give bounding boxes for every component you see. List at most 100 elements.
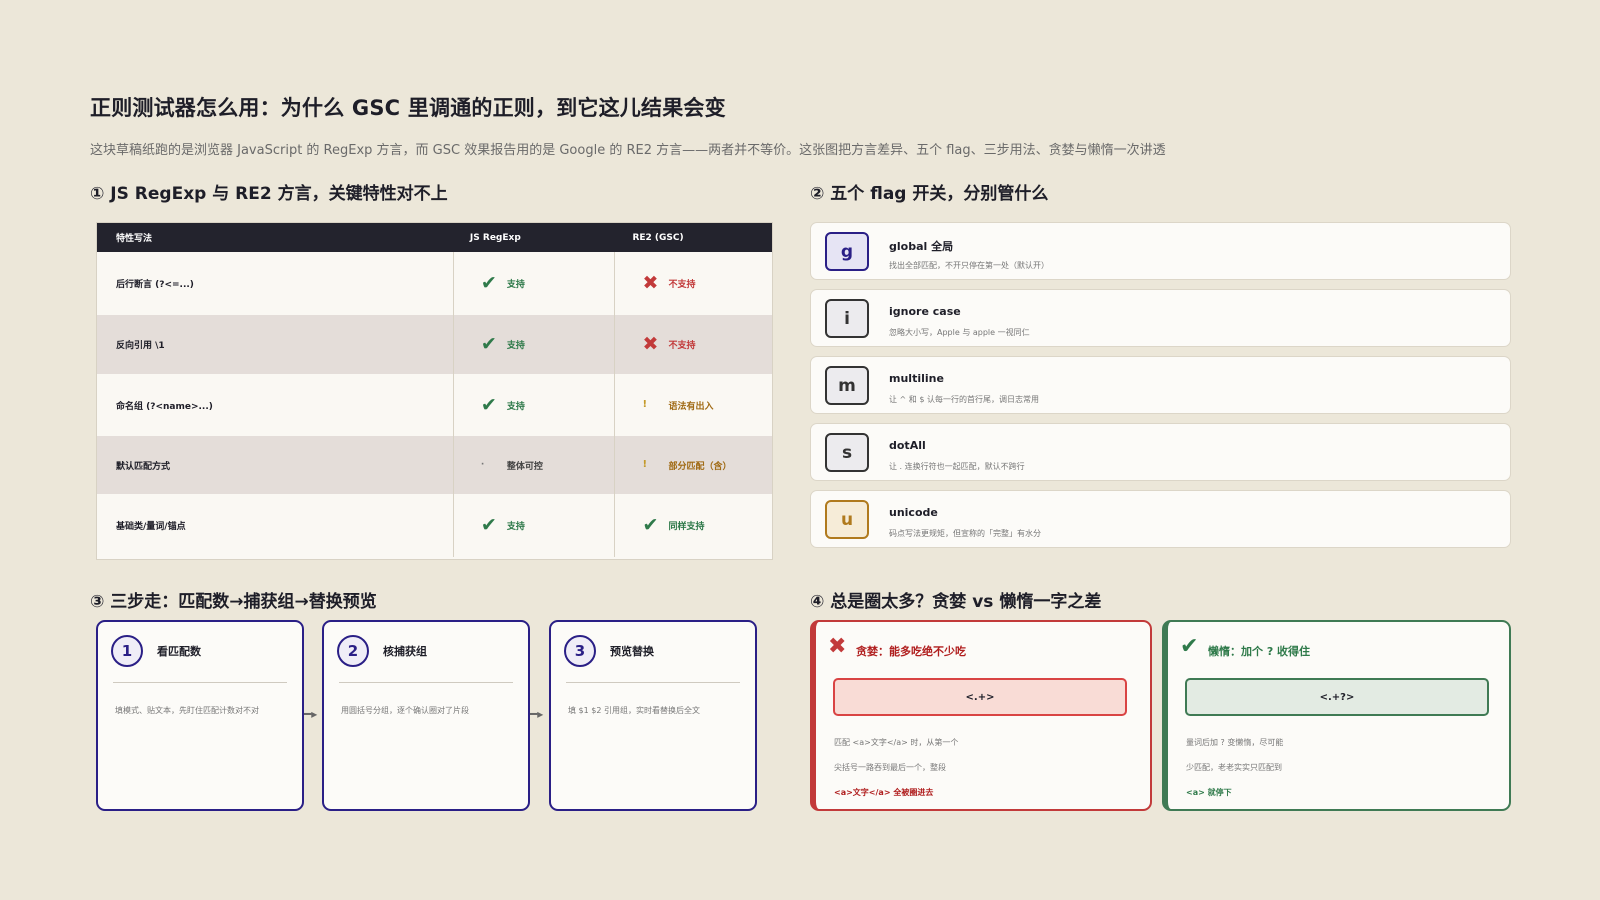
table-row: 反向引用 \1 ✔ 支持 ✖ 不支持 bbox=[97, 315, 772, 374]
table-header-feature: 特性写法 bbox=[116, 234, 153, 244]
step-desc: 填 $1 $2 引用组，实时看替换后全文 bbox=[568, 706, 700, 715]
section-heading-greedy-lazy: ④ 总是圈太多？贪婪 vs 懒惰一字之差 bbox=[810, 592, 1102, 612]
check-icon: ✔ bbox=[480, 514, 497, 536]
table-cell-js: ✔ 支持 bbox=[452, 315, 615, 374]
step-number: 3 bbox=[564, 635, 596, 667]
table-header-js: JS RegExp bbox=[469, 232, 521, 243]
table-row: 命名组 (?<name>...) ✔ 支持! 语法有出入 bbox=[97, 374, 772, 436]
step-card-3: 3 预览替换填 $1 $2 引用组，实时看替换后全文 bbox=[549, 620, 757, 811]
flag-letter: m bbox=[825, 366, 869, 405]
step-divider bbox=[339, 682, 513, 683]
flag-desc: 找出全部匹配，不开只停在第一处（默认开） bbox=[889, 261, 1049, 270]
flag-card-i: i ignore case 忽略大小写，Apple 与 apple 一视同仁 bbox=[810, 289, 1511, 347]
table-cell-js: ✔ 支持 bbox=[452, 252, 615, 315]
flag-card-u: u unicode 码点写法更规矩，但宣称的「完整」有水分 bbox=[810, 490, 1511, 548]
step-title: 核捕获组 bbox=[383, 645, 427, 658]
table-cell-js: ✔ 支持 bbox=[452, 494, 615, 557]
step-arrow-2: ━▸ bbox=[530, 707, 544, 721]
lazy-desc-line2: 少匹配，老老实实只匹配到 bbox=[1186, 763, 1282, 772]
table-cell-feature: 反向引用 \1 bbox=[116, 341, 165, 351]
check-icon: ✔ bbox=[480, 333, 497, 355]
status-text: 部分匹配（含） bbox=[668, 461, 732, 472]
lazy-title: 懒惰：加个 ? 收得住 bbox=[1208, 645, 1311, 658]
status-text: 支持 bbox=[506, 522, 525, 532]
table-cell-feature: 命名组 (?<name>...) bbox=[116, 401, 213, 412]
status-text: 支持 bbox=[506, 341, 525, 351]
status-text: 语法有出入 bbox=[668, 401, 714, 412]
check-icon: ✔ bbox=[480, 393, 497, 416]
flag-desc: 码点写法更规矩，但宣称的「完整」有水分 bbox=[889, 529, 1041, 538]
page-subtitle: 这块草稿纸跑的是浏览器 JavaScript 的 RegExp 方言，而 GSC… bbox=[90, 143, 1166, 158]
status-text: 不支持 bbox=[668, 341, 696, 351]
status-text: 同样支持 bbox=[668, 522, 705, 532]
section-heading-flags: ② 五个 flag 开关，分别管什么 bbox=[810, 184, 1049, 204]
warning-icon: ! bbox=[642, 459, 647, 470]
dot-icon: · bbox=[480, 459, 485, 470]
table-cell-re2: ✖ 不支持 bbox=[614, 315, 772, 374]
table-row: 默认匹配方式 · 整体可控! 部分匹配（含） bbox=[97, 436, 772, 494]
check-icon: ✔ bbox=[642, 514, 659, 536]
step-divider bbox=[113, 682, 287, 683]
flag-letter: g bbox=[825, 232, 869, 271]
status-text: 支持 bbox=[506, 280, 525, 290]
step-title: 看匹配数 bbox=[157, 645, 201, 658]
cross-icon: ✖ bbox=[642, 333, 659, 355]
table-row: 后行断言 (?<=...) ✔ 支持 ✖ 不支持 bbox=[97, 252, 772, 315]
step-card-1: 1 看匹配数填模式、贴文本，先盯住匹配计数对不对 bbox=[96, 620, 304, 811]
flag-name: global 全局 bbox=[889, 240, 954, 253]
table-cell-feature: 默认匹配方式 bbox=[116, 461, 171, 472]
greedy-pattern: <.+> bbox=[833, 678, 1127, 716]
greedy-card: ✖ 贪婪：能多吃绝不少吃 <.+> 匹配 <a>文字</a> 时，从第一个 尖括… bbox=[810, 620, 1152, 811]
lazy-card: ✔ 懒惰：加个 ? 收得住 <.+?> 量词后加 ? 变懒惰，尽可能 少匹配，老… bbox=[1162, 620, 1511, 811]
greedy-desc-line1: 匹配 <a>文字</a> 时，从第一个 bbox=[834, 738, 959, 747]
table-cell-re2: ! 部分匹配（含） bbox=[614, 436, 772, 494]
greedy-highlight: <a>文字</a> 全被圈进去 bbox=[834, 788, 934, 797]
lazy-pattern: <.+?> bbox=[1185, 678, 1489, 716]
table-header: 特性写法 JS RegExp RE2 (GSC) bbox=[97, 223, 772, 252]
flag-name: unicode bbox=[889, 506, 938, 519]
flag-desc: 忽略大小写，Apple 与 apple 一视同仁 bbox=[889, 328, 1030, 337]
table-cell-feature: 基础类/量词/锚点 bbox=[116, 522, 186, 532]
check-icon: ✔ bbox=[1180, 634, 1199, 659]
table-cell-feature: 后行断言 (?<=...) bbox=[116, 280, 194, 290]
greedy-desc-line2: 尖括号一路吞到最后一个，整段 bbox=[834, 763, 946, 772]
flag-desc: 让 ^ 和 $ 认每一行的首行尾，调日志常用 bbox=[889, 395, 1039, 404]
table-row: 基础类/量词/锚点 ✔ 支持 ✔ 同样支持 bbox=[97, 494, 772, 557]
step-desc: 用圆括号分组，逐个确认圈对了片段 bbox=[341, 706, 469, 715]
table-cell-js: · 整体可控 bbox=[452, 436, 615, 494]
flag-name: ignore case bbox=[889, 305, 961, 318]
flag-desc: 让 . 连换行符也一起匹配，默认不跨行 bbox=[889, 462, 1025, 471]
step-title: 预览替换 bbox=[610, 645, 654, 658]
check-icon: ✔ bbox=[480, 272, 497, 294]
step-divider bbox=[566, 682, 740, 683]
section-heading-steps: ③ 三步走：匹配数→捕获组→替换预览 bbox=[90, 592, 377, 612]
flag-letter: u bbox=[825, 500, 869, 539]
lazy-desc-line1: 量词后加 ? 变懒惰，尽可能 bbox=[1186, 738, 1284, 747]
page-title: 正则测试器怎么用：为什么 GSC 里调通的正则，到它这儿结果会变 bbox=[90, 96, 726, 120]
lazy-highlight: <a> 就停下 bbox=[1186, 788, 1232, 797]
table-cell-re2: ✖ 不支持 bbox=[614, 252, 772, 315]
cross-icon: ✖ bbox=[828, 634, 847, 659]
step-arrow-1: ━▸ bbox=[304, 707, 318, 721]
flag-card-m: m multiline 让 ^ 和 $ 认每一行的首行尾，调日志常用 bbox=[810, 356, 1511, 414]
flag-letter: i bbox=[825, 299, 869, 338]
greedy-title: 贪婪：能多吃绝不少吃 bbox=[856, 645, 966, 658]
flag-card-g: g global 全局找出全部匹配，不开只停在第一处（默认开） bbox=[810, 222, 1511, 280]
flag-letter: s bbox=[825, 433, 869, 472]
table-header-re2: RE2 (GSC) bbox=[632, 232, 684, 243]
flag-name: multiline bbox=[889, 372, 944, 385]
status-text: 不支持 bbox=[668, 280, 696, 290]
section-heading-dialects: ① JS RegExp 与 RE2 方言，关键特性对不上 bbox=[90, 184, 448, 204]
status-text: 支持 bbox=[506, 401, 525, 412]
table-cell-re2: ✔ 同样支持 bbox=[614, 494, 772, 557]
step-number: 2 bbox=[337, 635, 369, 667]
step-number: 1 bbox=[111, 635, 143, 667]
dialect-comparison-table: 特性写法 JS RegExp RE2 (GSC) 后行断言 (?<=...) ✔ 支… bbox=[96, 222, 773, 560]
flag-name: dotAll bbox=[889, 439, 926, 452]
step-desc: 填模式、贴文本，先盯住匹配计数对不对 bbox=[115, 706, 259, 715]
cross-icon: ✖ bbox=[642, 272, 659, 294]
status-text: 整体可控 bbox=[506, 461, 543, 472]
table-cell-re2: ! 语法有出入 bbox=[614, 374, 772, 436]
table-cell-js: ✔ 支持 bbox=[452, 374, 615, 436]
warning-icon: ! bbox=[642, 399, 647, 410]
